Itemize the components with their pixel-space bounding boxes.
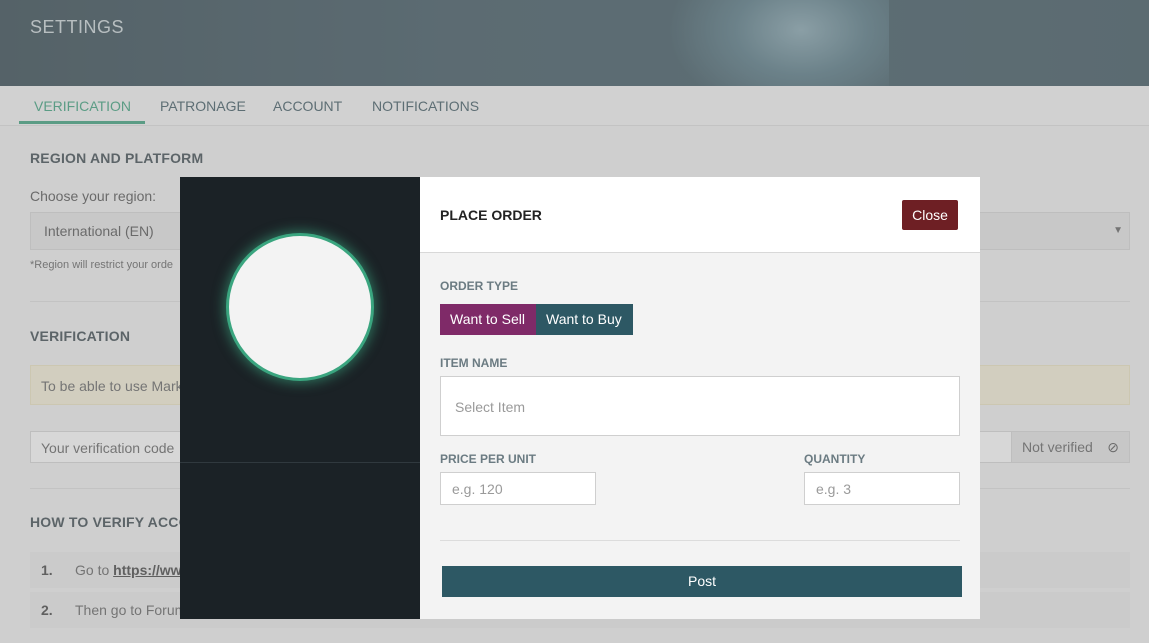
order-type-label: ORDER TYPE bbox=[440, 279, 519, 293]
quantity-input[interactable]: e.g. 3 bbox=[804, 472, 960, 505]
price-per-unit-label: PRICE PER UNIT bbox=[440, 452, 537, 466]
want-to-sell-button[interactable]: Want to Sell bbox=[440, 304, 536, 335]
quantity-placeholder: e.g. 3 bbox=[816, 481, 852, 497]
quantity-label: QUANTITY bbox=[804, 452, 866, 466]
place-order-modal: PLACE ORDER Close ORDER TYPE Want to Sel… bbox=[420, 177, 980, 619]
modal-side-panel bbox=[180, 177, 420, 619]
price-placeholder: e.g. 120 bbox=[452, 481, 503, 497]
divider bbox=[180, 462, 420, 463]
close-button[interactable]: Close bbox=[902, 200, 958, 230]
price-per-unit-input[interactable]: e.g. 120 bbox=[440, 472, 596, 505]
divider bbox=[440, 540, 960, 541]
item-name-label: ITEM NAME bbox=[440, 356, 508, 370]
item-name-select[interactable]: Select Item bbox=[440, 376, 960, 436]
order-type-toggle: Want to Sell Want to Buy bbox=[440, 304, 633, 335]
want-to-buy-button[interactable]: Want to Buy bbox=[536, 304, 633, 335]
item-image-placeholder bbox=[226, 233, 374, 381]
modal-header: PLACE ORDER Close bbox=[420, 177, 980, 253]
post-button[interactable]: Post bbox=[442, 566, 962, 597]
modal-title: PLACE ORDER bbox=[440, 207, 542, 223]
item-name-placeholder: Select Item bbox=[455, 399, 526, 415]
